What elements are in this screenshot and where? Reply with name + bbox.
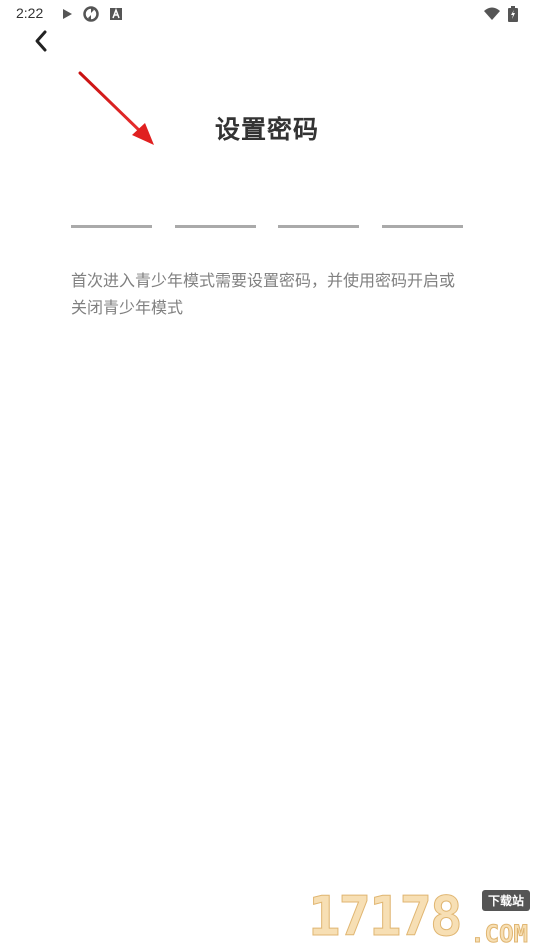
wifi-icon <box>483 6 501 25</box>
page-title: 设置密码 <box>214 115 319 144</box>
back-button[interactable] <box>26 28 56 58</box>
battery-charging-icon <box>508 6 518 26</box>
watermark-com: .COM <box>470 920 529 949</box>
a-icon <box>109 6 123 25</box>
play-icon <box>60 6 74 25</box>
chevron-left-icon <box>33 29 49 57</box>
description-text: 首次进入青少年模式需要设置密码，并使用密码开启或关闭青少年模式 <box>71 271 456 317</box>
watermark-digits: 17178 <box>308 885 464 949</box>
watermark-logo: 17178 下载站 .COM <box>308 885 534 950</box>
status-bar: 2:22 <box>0 0 534 28</box>
sync-icon <box>83 6 99 26</box>
watermark-tag: 下载站 <box>481 890 530 911</box>
status-time: 2:22 <box>16 5 44 21</box>
